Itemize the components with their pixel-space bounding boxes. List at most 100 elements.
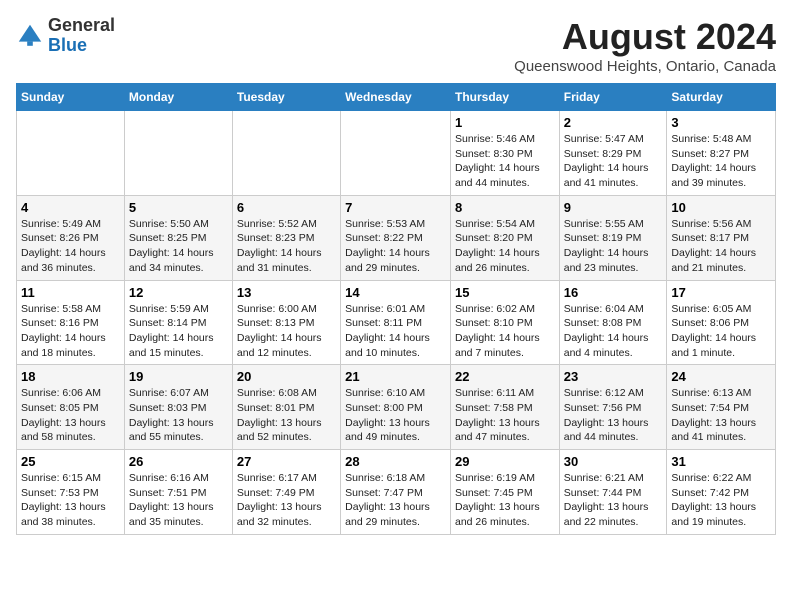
logo-icon xyxy=(16,22,44,50)
day-info: Sunrise: 5:56 AMSunset: 8:17 PMDaylight:… xyxy=(671,217,771,276)
day-info: Sunrise: 6:08 AMSunset: 8:01 PMDaylight:… xyxy=(237,386,336,445)
calendar-cell: 28Sunrise: 6:18 AMSunset: 7:47 PMDayligh… xyxy=(341,450,451,535)
day-info: Sunrise: 6:13 AMSunset: 7:54 PMDaylight:… xyxy=(671,386,771,445)
calendar-cell: 22 Sunrise: 6:11 AMSunset: 7:58 PMDayligh… xyxy=(450,365,559,450)
day-number: 23 xyxy=(564,369,663,384)
day-number: 21 xyxy=(345,369,446,384)
weekday-header-sunday: Sunday xyxy=(17,84,125,111)
calendar-cell: 21Sunrise: 6:10 AMSunset: 8:00 PMDayligh… xyxy=(341,365,451,450)
calendar-cell: 24 Sunrise: 6:13 AMSunset: 7:54 PMDayligh… xyxy=(667,365,776,450)
day-number: 5 xyxy=(129,200,228,215)
day-info: Sunrise: 5:47 AMSunset: 8:29 PMDaylight:… xyxy=(564,132,663,191)
calendar-cell: 31 Sunrise: 6:22 AMSunset: 7:42 PMDayligh… xyxy=(667,450,776,535)
day-info: Sunrise: 6:07 AMSunset: 8:03 PMDaylight:… xyxy=(129,386,228,445)
calendar-cell: 14 Sunrise: 6:01 AMSunset: 8:11 PMDayligh… xyxy=(341,280,451,365)
weekday-header-tuesday: Tuesday xyxy=(232,84,340,111)
day-number: 22 xyxy=(455,369,555,384)
day-info: Sunrise: 6:05 AMSunset: 8:06 PMDaylight:… xyxy=(671,302,771,361)
calendar-cell: 6 Sunrise: 5:52 AMSunset: 8:23 PMDaylight… xyxy=(232,195,340,280)
day-info: Sunrise: 6:01 AMSunset: 8:11 PMDaylight:… xyxy=(345,302,446,361)
day-info: Sunrise: 6:00 AMSunset: 8:13 PMDaylight:… xyxy=(237,302,336,361)
month-year-title: August 2024 xyxy=(514,16,776,58)
day-info: Sunrise: 6:22 AMSunset: 7:42 PMDaylight:… xyxy=(671,471,771,530)
calendar-cell xyxy=(124,111,232,196)
calendar-cell: 11Sunrise: 5:58 AMSunset: 8:16 PMDayligh… xyxy=(17,280,125,365)
day-info: Sunrise: 6:16 AMSunset: 7:51 PMDaylight:… xyxy=(129,471,228,530)
calendar-table: SundayMondayTuesdayWednesdayThursdayFrid… xyxy=(16,83,776,535)
day-number: 1 xyxy=(455,115,555,130)
day-number: 27 xyxy=(237,454,336,469)
calendar-week-row: 25 Sunrise: 6:15 AMSunset: 7:53 PMDayligh… xyxy=(17,450,776,535)
calendar-cell: 29Sunrise: 6:19 AMSunset: 7:45 PMDayligh… xyxy=(450,450,559,535)
calendar-cell: 27Sunrise: 6:17 AMSunset: 7:49 PMDayligh… xyxy=(232,450,340,535)
day-info: Sunrise: 6:06 AMSunset: 8:05 PMDaylight:… xyxy=(21,386,120,445)
day-info: Sunrise: 6:15 AMSunset: 7:53 PMDaylight:… xyxy=(21,471,120,530)
weekday-header-monday: Monday xyxy=(124,84,232,111)
weekday-header-saturday: Saturday xyxy=(667,84,776,111)
calendar-cell xyxy=(341,111,451,196)
day-number: 31 xyxy=(671,454,771,469)
day-number: 11 xyxy=(21,285,120,300)
calendar-cell: 7Sunrise: 5:53 AMSunset: 8:22 PMDaylight… xyxy=(341,195,451,280)
day-info: Sunrise: 6:11 AMSunset: 7:58 PMDaylight:… xyxy=(455,386,555,445)
day-info: Sunrise: 5:59 AMSunset: 8:14 PMDaylight:… xyxy=(129,302,228,361)
day-info: Sunrise: 6:04 AMSunset: 8:08 PMDaylight:… xyxy=(564,302,663,361)
day-number: 3 xyxy=(671,115,771,130)
day-number: 28 xyxy=(345,454,446,469)
weekday-header-row: SundayMondayTuesdayWednesdayThursdayFrid… xyxy=(17,84,776,111)
day-number: 13 xyxy=(237,285,336,300)
day-number: 12 xyxy=(129,285,228,300)
day-info: Sunrise: 5:55 AMSunset: 8:19 PMDaylight:… xyxy=(564,217,663,276)
calendar-cell: 3Sunrise: 5:48 AMSunset: 8:27 PMDaylight… xyxy=(667,111,776,196)
calendar-week-row: 11Sunrise: 5:58 AMSunset: 8:16 PMDayligh… xyxy=(17,280,776,365)
page-header: General Blue August 2024 Queenswood Heig… xyxy=(16,16,776,75)
day-info: Sunrise: 5:46 AMSunset: 8:30 PMDaylight:… xyxy=(455,132,555,191)
calendar-cell: 20 Sunrise: 6:08 AMSunset: 8:01 PMDayligh… xyxy=(232,365,340,450)
day-info: Sunrise: 5:50 AMSunset: 8:25 PMDaylight:… xyxy=(129,217,228,276)
calendar-cell: 16 Sunrise: 6:04 AMSunset: 8:08 PMDayligh… xyxy=(559,280,667,365)
calendar-cell: 23 Sunrise: 6:12 AMSunset: 7:56 PMDayligh… xyxy=(559,365,667,450)
day-number: 24 xyxy=(671,369,771,384)
logo-general-text: General xyxy=(48,16,115,36)
day-number: 6 xyxy=(237,200,336,215)
calendar-cell: 30 Sunrise: 6:21 AMSunset: 7:44 PMDayligh… xyxy=(559,450,667,535)
day-number: 7 xyxy=(345,200,446,215)
logo: General Blue xyxy=(16,16,115,56)
day-number: 10 xyxy=(671,200,771,215)
weekday-header-wednesday: Wednesday xyxy=(341,84,451,111)
weekday-header-thursday: Thursday xyxy=(450,84,559,111)
calendar-cell: 5 Sunrise: 5:50 AMSunset: 8:25 PMDaylight… xyxy=(124,195,232,280)
day-number: 16 xyxy=(564,285,663,300)
day-number: 25 xyxy=(21,454,120,469)
day-info: Sunrise: 6:12 AMSunset: 7:56 PMDaylight:… xyxy=(564,386,663,445)
calendar-cell: 8 Sunrise: 5:54 AMSunset: 8:20 PMDaylight… xyxy=(450,195,559,280)
calendar-cell: 4 Sunrise: 5:49 AMSunset: 8:26 PMDaylight… xyxy=(17,195,125,280)
calendar-cell: 2Sunrise: 5:47 AMSunset: 8:29 PMDaylight… xyxy=(559,111,667,196)
calendar-cell: 19Sunrise: 6:07 AMSunset: 8:03 PMDayligh… xyxy=(124,365,232,450)
day-number: 17 xyxy=(671,285,771,300)
logo-blue-text: Blue xyxy=(48,36,115,56)
day-info: Sunrise: 6:02 AMSunset: 8:10 PMDaylight:… xyxy=(455,302,555,361)
calendar-cell: 15Sunrise: 6:02 AMSunset: 8:10 PMDayligh… xyxy=(450,280,559,365)
day-info: Sunrise: 5:52 AMSunset: 8:23 PMDaylight:… xyxy=(237,217,336,276)
day-info: Sunrise: 6:21 AMSunset: 7:44 PMDaylight:… xyxy=(564,471,663,530)
day-number: 14 xyxy=(345,285,446,300)
calendar-week-row: 18 Sunrise: 6:06 AMSunset: 8:05 PMDayligh… xyxy=(17,365,776,450)
calendar-cell xyxy=(17,111,125,196)
calendar-cell: 9 Sunrise: 5:55 AMSunset: 8:19 PMDaylight… xyxy=(559,195,667,280)
day-number: 4 xyxy=(21,200,120,215)
calendar-cell: 26Sunrise: 6:16 AMSunset: 7:51 PMDayligh… xyxy=(124,450,232,535)
day-number: 20 xyxy=(237,369,336,384)
day-number: 8 xyxy=(455,200,555,215)
day-number: 29 xyxy=(455,454,555,469)
calendar-cell: 13 Sunrise: 6:00 AMSunset: 8:13 PMDayligh… xyxy=(232,280,340,365)
day-info: Sunrise: 5:49 AMSunset: 8:26 PMDaylight:… xyxy=(21,217,120,276)
day-number: 9 xyxy=(564,200,663,215)
calendar-cell xyxy=(232,111,340,196)
day-number: 18 xyxy=(21,369,120,384)
calendar-cell: 18 Sunrise: 6:06 AMSunset: 8:05 PMDayligh… xyxy=(17,365,125,450)
calendar-cell: 1 Sunrise: 5:46 AMSunset: 8:30 PMDaylight… xyxy=(450,111,559,196)
calendar-week-row: 4 Sunrise: 5:49 AMSunset: 8:26 PMDaylight… xyxy=(17,195,776,280)
day-info: Sunrise: 5:54 AMSunset: 8:20 PMDaylight:… xyxy=(455,217,555,276)
day-number: 30 xyxy=(564,454,663,469)
